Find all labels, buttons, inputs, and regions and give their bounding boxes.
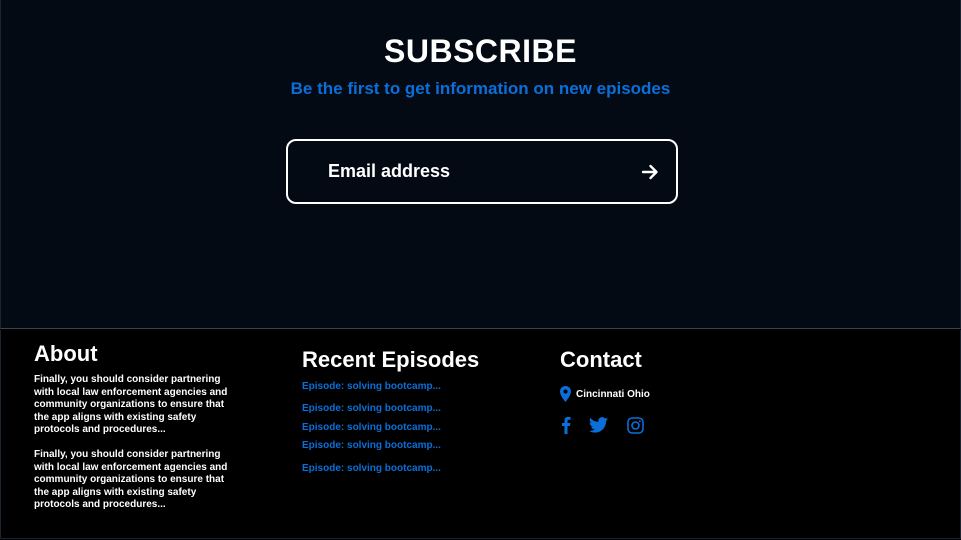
episode-link[interactable]: Episode: solving bootcamp... [302,422,522,434]
about-paragraph: Finally, you should consider partnering … [34,449,228,510]
about-paragraph: Finally, you should consider partnering … [34,374,228,435]
subscribe-section: SUBSCRIBE Be the first to get informatio… [0,0,961,329]
footer: About Finally, you should consider partn… [0,330,961,539]
contact-heading: Contact [560,347,642,372]
location-text: Cincinnati Ohio [576,388,650,400]
instagram-icon [626,416,644,434]
email-form [286,139,678,204]
facebook-link[interactable] [560,416,572,434]
twitter-icon [588,417,608,433]
instagram-link[interactable] [626,416,644,434]
episode-link[interactable]: Episode: solving bootcamp... [302,403,522,415]
about-heading: About [34,341,98,366]
episode-link[interactable]: Episode: solving bootcamp... [302,440,522,452]
about-section: About Finally, you should consider partn… [34,341,234,524]
episode-link[interactable]: Episode: solving bootcamp... [302,381,522,393]
email-input[interactable] [328,159,618,183]
recent-episodes-heading: Recent Episodes [302,347,480,372]
location-row: Cincinnati Ohio [560,386,760,402]
subscribe-subtitle: Be the first to get information on new e… [290,79,671,98]
social-links [560,415,760,435]
contact-section: Contact Cincinnati Ohio [560,347,760,435]
twitter-link[interactable] [588,417,608,433]
episode-link[interactable]: Episode: solving bootcamp... [302,463,522,475]
recent-episodes-section: Recent Episodes Episode: solving bootcam… [302,347,522,475]
arrow-right-icon [641,164,658,180]
subscribe-title: SUBSCRIBE [384,33,577,69]
facebook-icon [562,416,571,434]
submit-button[interactable] [638,160,662,184]
map-pin-icon [560,386,571,402]
